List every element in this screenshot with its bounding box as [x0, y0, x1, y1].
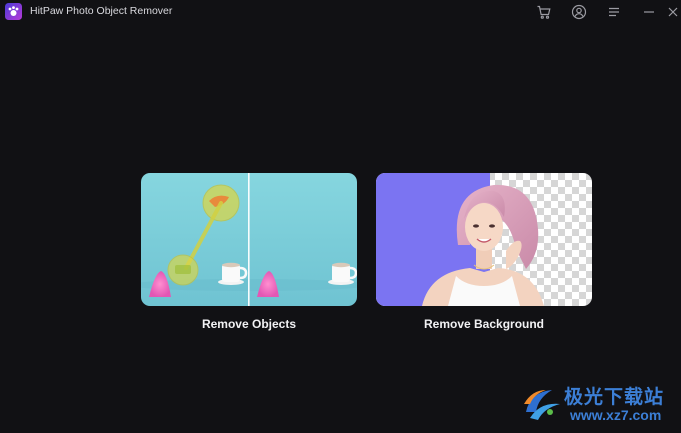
- close-button[interactable]: [664, 3, 681, 21]
- hitpaw-logo-icon: [5, 3, 22, 20]
- app-title: HitPaw Photo Object Remover: [30, 5, 173, 17]
- cart-button[interactable]: [535, 3, 553, 21]
- remove-objects-card[interactable]: [141, 173, 357, 306]
- account-icon: [571, 4, 587, 20]
- remove-background-label[interactable]: Remove Background: [376, 317, 592, 331]
- watermark-text: 极光下载站: [564, 387, 665, 408]
- title-bar: HitPaw Photo Object Remover: [0, 0, 681, 24]
- remove-objects-label[interactable]: Remove Objects: [141, 317, 357, 331]
- close-icon: [668, 7, 678, 17]
- minimize-icon: [644, 11, 654, 13]
- menu-icon: [609, 7, 619, 17]
- watermark-url: www.xz7.com: [570, 407, 662, 423]
- remove-background-card[interactable]: [376, 173, 592, 306]
- aurora-logo-icon: [524, 390, 560, 420]
- menu-button[interactable]: [605, 3, 623, 21]
- remove-background-preview-image: [376, 173, 592, 306]
- minimize-button[interactable]: [640, 3, 658, 21]
- remove-objects-preview-image: [141, 173, 357, 306]
- cart-icon: [537, 5, 551, 19]
- app-window: HitPaw Photo Object Remover Remove Objec…: [0, 0, 681, 433]
- watermark: 极光下载站 www.xz7.com: [520, 380, 678, 428]
- account-button[interactable]: [570, 3, 588, 21]
